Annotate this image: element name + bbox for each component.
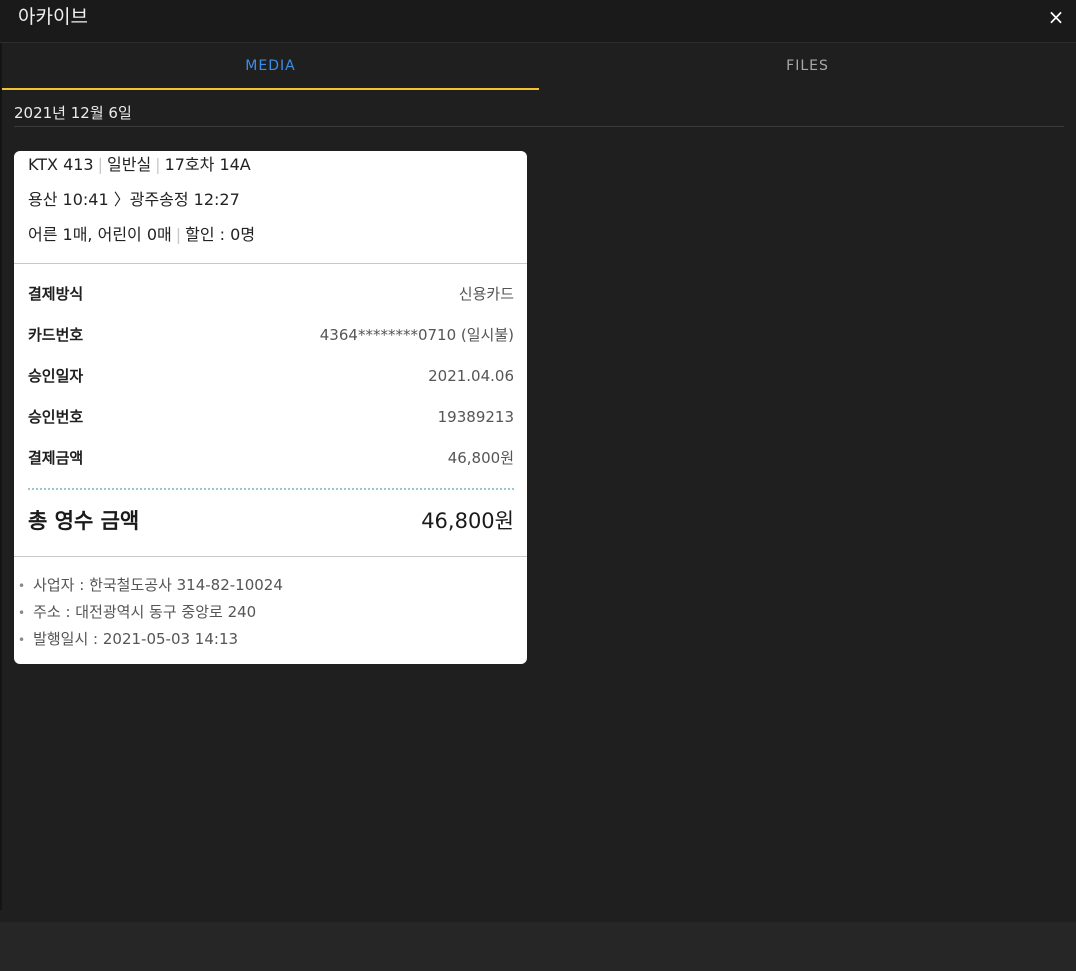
payment-row: 승인일자 2021.04.06 xyxy=(28,361,514,402)
receipt-divider xyxy=(14,556,527,557)
payment-row-label: 결제방식 xyxy=(28,285,84,303)
note-text: 발행일시 : 2021-05-03 14:13 xyxy=(33,630,239,648)
total-label: 총 영수 금액 xyxy=(28,509,140,533)
train-number: KTX 413 xyxy=(28,155,94,174)
date-group-header: 2021년 12월 6일 xyxy=(14,102,1064,127)
payment-row-value: 19389213 xyxy=(437,408,514,426)
receipt-divider xyxy=(14,263,527,264)
ticket-train-line: KTX 413 | 일반실 | 17호차 14A xyxy=(28,155,251,174)
total-amount: 총 영수 금액 46,800원 xyxy=(28,506,514,536)
payment-row: 카드번호 4364********0710 (일시불) xyxy=(28,320,514,361)
payment-row-label: 결제금액 xyxy=(28,449,84,467)
close-icon[interactable]: × xyxy=(1046,6,1066,28)
receipt-image: KTX 413 | 일반실 | 17호차 14A 용산 10:41 〉광주송정 12:2… xyxy=(14,151,527,664)
note-item: • 발행일시 : 2021-05-03 14:13 xyxy=(18,628,283,655)
payment-row-label: 승인번호 xyxy=(28,408,84,426)
payment-row-value: 4364********0710 (일시불) xyxy=(319,326,514,344)
payment-rows: 결제방식 신용카드 카드번호 4364********0710 (일시불) 승인… xyxy=(28,279,514,484)
ticket-route: 용산 10:41 〉광주송정 12:27 xyxy=(28,190,240,209)
payment-row-value: 46,800원 xyxy=(447,449,514,467)
window-title: 아카이브 xyxy=(18,6,88,28)
payment-row: 승인번호 19389213 xyxy=(28,402,514,443)
note-text: 주소 : 대전광역시 동구 중앙로 240 xyxy=(33,603,257,621)
seat-number: 17호차 14A xyxy=(164,155,251,174)
receipt-notes: • 사업자 : 한국철도공사 314-82-10024 • 주소 : 대전광역시 동… xyxy=(18,574,283,655)
seat-class: 일반실 xyxy=(107,155,152,174)
payment-row-value: 2021.04.06 xyxy=(428,367,514,385)
total-value: 46,800원 xyxy=(421,509,514,533)
payment-row-value: 신용카드 xyxy=(458,285,514,303)
note-text: 사업자 : 한국철도공사 314-82-10024 xyxy=(33,576,283,594)
ticket-passengers: 어른 1매, 어린이 0매 | 할인 : 0명 xyxy=(28,225,256,244)
archive-window: 아카이브 × MEDIA FILES 2021년 12월 6일 KTX 413 |… xyxy=(0,0,1076,971)
discount-count: 할인 : 0명 xyxy=(185,225,256,244)
note-item: • 사업자 : 한국철도공사 314-82-10024 xyxy=(18,574,283,601)
window-left-edge xyxy=(0,42,2,910)
title-bar: 아카이브 × xyxy=(0,0,1076,43)
tab-bar: MEDIA FILES xyxy=(2,43,1076,90)
tab-media[interactable]: MEDIA xyxy=(2,43,539,90)
payment-row-label: 카드번호 xyxy=(28,326,84,344)
ticket-summary: KTX 413 | 일반실 | 17호차 14A 용산 10:41 〉광주송정 12:2… xyxy=(28,153,255,258)
note-item: • 주소 : 대전광역시 동구 중앙로 240 xyxy=(18,601,283,628)
payment-row: 결제금액 46,800원 xyxy=(28,443,514,484)
dotted-divider xyxy=(28,488,514,490)
media-thumbnail[interactable]: KTX 413 | 일반실 | 17호차 14A 용산 10:41 〉광주송정 12:2… xyxy=(14,151,527,664)
payment-row-label: 승인일자 xyxy=(28,367,84,385)
bullet-icon: • xyxy=(18,606,26,620)
bottom-bar xyxy=(0,922,1076,971)
payment-row: 결제방식 신용카드 xyxy=(28,279,514,320)
bullet-icon: • xyxy=(18,633,26,647)
tab-files[interactable]: FILES xyxy=(539,43,1076,90)
passenger-counts: 어른 1매, 어린이 0매 xyxy=(28,225,172,244)
bullet-icon: • xyxy=(18,579,26,593)
